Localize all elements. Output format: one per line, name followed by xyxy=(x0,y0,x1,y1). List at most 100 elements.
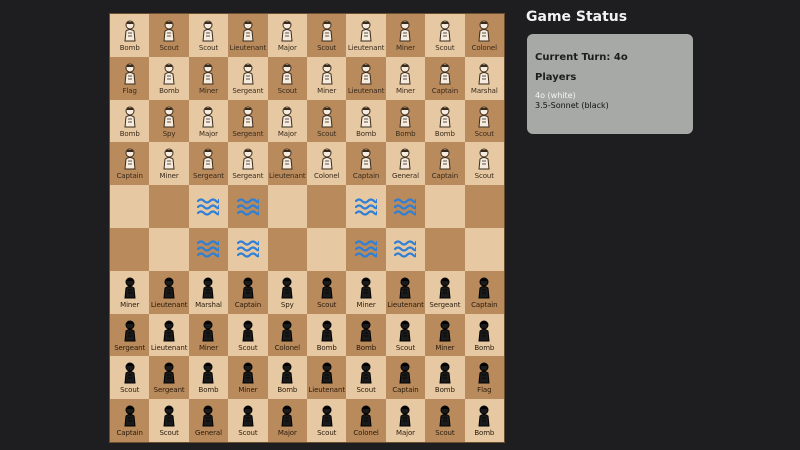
board-square[interactable]: Captain xyxy=(425,56,465,100)
board-square[interactable]: Bomb xyxy=(110,14,150,57)
board-square[interactable]: Major xyxy=(267,14,307,57)
board-square[interactable]: Major xyxy=(267,99,307,143)
board-square[interactable]: Colonel xyxy=(464,14,504,57)
board-square[interactable]: Scout xyxy=(110,356,150,400)
empty-square[interactable] xyxy=(110,227,150,271)
board-square[interactable]: Flag xyxy=(464,356,504,400)
board-square[interactable]: Captain xyxy=(346,142,386,186)
board-square[interactable]: Sergeant xyxy=(149,356,189,400)
board-square[interactable]: Scout xyxy=(228,313,268,357)
board-square[interactable]: Scout xyxy=(464,142,504,186)
board-square[interactable]: Scout xyxy=(307,270,347,314)
board-square[interactable]: Miner xyxy=(188,56,229,100)
empty-square[interactable] xyxy=(307,185,347,228)
board-square[interactable]: Bomb xyxy=(385,99,426,143)
board-square[interactable]: Bomb xyxy=(346,313,386,357)
board-square[interactable]: Bomb xyxy=(464,399,504,442)
board-square[interactable]: Sergeant xyxy=(228,56,268,100)
board-square[interactable]: Scout xyxy=(464,99,504,143)
empty-square[interactable] xyxy=(110,185,150,228)
board-square[interactable]: Scout xyxy=(425,14,465,57)
board-square[interactable]: Bomb xyxy=(110,99,150,143)
empty-square[interactable] xyxy=(425,185,465,228)
board-square[interactable]: Colonel xyxy=(346,399,386,442)
piece-label: Captain xyxy=(431,86,459,95)
empty-square[interactable] xyxy=(464,185,504,228)
board-square[interactable]: Spy xyxy=(267,270,307,314)
board-square[interactable]: Scout xyxy=(346,356,386,400)
board-square[interactable]: Miner xyxy=(385,14,426,57)
board-square[interactable]: Bomb xyxy=(464,313,504,357)
board-square[interactable]: Scout xyxy=(149,399,189,442)
board-square[interactable]: Marshal xyxy=(188,270,229,314)
board-square[interactable]: Colonel xyxy=(267,313,307,357)
board-square[interactable]: Captain xyxy=(425,142,465,186)
empty-square[interactable] xyxy=(464,227,504,271)
empty-square[interactable] xyxy=(307,227,347,271)
board-square[interactable]: Lieutenant xyxy=(346,56,386,100)
board-square[interactable]: Bomb xyxy=(307,313,347,357)
board-square[interactable]: Lieutenant xyxy=(385,270,426,314)
board-square[interactable]: Lieutenant xyxy=(307,356,347,400)
board-square[interactable]: Marshal xyxy=(464,56,504,100)
empty-square[interactable] xyxy=(267,227,307,271)
board-square[interactable]: Miner xyxy=(149,142,189,186)
black-piece-icon xyxy=(321,277,333,299)
board-square[interactable]: Scout xyxy=(307,99,347,143)
white-piece-icon xyxy=(202,106,215,128)
board-square[interactable]: Major xyxy=(385,399,426,442)
board-square[interactable]: Miner xyxy=(228,356,268,400)
piece-label: Scout xyxy=(356,386,376,395)
board-square[interactable]: Lieutenant xyxy=(228,14,268,57)
board-square[interactable]: Sergeant xyxy=(228,99,268,143)
board-square[interactable]: Scout xyxy=(385,313,426,357)
empty-square[interactable] xyxy=(149,185,189,228)
board-square[interactable]: General xyxy=(385,142,426,186)
board-square[interactable]: Bomb xyxy=(346,99,386,143)
board-square[interactable]: Sergeant xyxy=(425,270,465,314)
board-square[interactable]: Major xyxy=(267,399,307,442)
board-square[interactable]: Miner xyxy=(385,56,426,100)
empty-square[interactable] xyxy=(267,185,307,228)
board-square[interactable]: Bomb xyxy=(188,356,229,400)
board-square[interactable]: Miner xyxy=(188,313,229,357)
piece-label: Major xyxy=(277,429,297,438)
board-square[interactable]: Miner xyxy=(307,56,347,100)
board-square[interactable]: Miner xyxy=(346,270,386,314)
board-square[interactable]: Lieutenant xyxy=(149,313,189,357)
board-square[interactable]: Bomb xyxy=(425,99,465,143)
board-square[interactable]: Major xyxy=(188,99,229,143)
board-square[interactable]: General xyxy=(188,399,229,442)
board-square[interactable]: Captain xyxy=(110,142,150,186)
board-square[interactable]: Captain xyxy=(228,270,268,314)
board-square[interactable]: Sergeant xyxy=(110,313,150,357)
board-square[interactable]: Miner xyxy=(425,313,465,357)
board-square[interactable]: Sergeant xyxy=(228,142,268,186)
board-square[interactable]: Spy xyxy=(149,99,189,143)
board-square[interactable]: Captain xyxy=(385,356,426,400)
board-square[interactable]: Lieutenant xyxy=(267,142,307,186)
board-square[interactable]: Scout xyxy=(149,14,189,57)
board-square[interactable]: Miner xyxy=(110,270,150,314)
board-square[interactable]: Captain xyxy=(110,399,150,442)
black-piece-icon xyxy=(399,320,412,342)
board-square[interactable]: Bomb xyxy=(149,56,189,100)
board-square[interactable]: Scout xyxy=(188,14,229,57)
board-square[interactable]: Colonel xyxy=(307,142,347,186)
board-square[interactable]: Bomb xyxy=(425,356,465,400)
board-square[interactable]: Lieutenant xyxy=(149,270,189,314)
piece-label: Colonel xyxy=(471,44,497,52)
empty-square[interactable] xyxy=(425,227,465,271)
board-square[interactable]: Sergeant xyxy=(188,142,229,186)
board-square[interactable]: Scout xyxy=(307,399,347,442)
board-square[interactable]: Flag xyxy=(110,56,150,100)
empty-square[interactable] xyxy=(149,227,189,271)
board-square[interactable]: Scout xyxy=(267,56,307,100)
board-square[interactable]: Bomb xyxy=(267,356,307,400)
board-square[interactable]: Scout xyxy=(307,14,347,57)
board-square[interactable]: Scout xyxy=(425,399,465,442)
board-square[interactable]: Lieutenant xyxy=(346,14,386,57)
board-square[interactable]: Captain xyxy=(464,270,504,314)
board-square[interactable]: Scout xyxy=(228,399,268,442)
white-piece-icon xyxy=(478,63,490,85)
